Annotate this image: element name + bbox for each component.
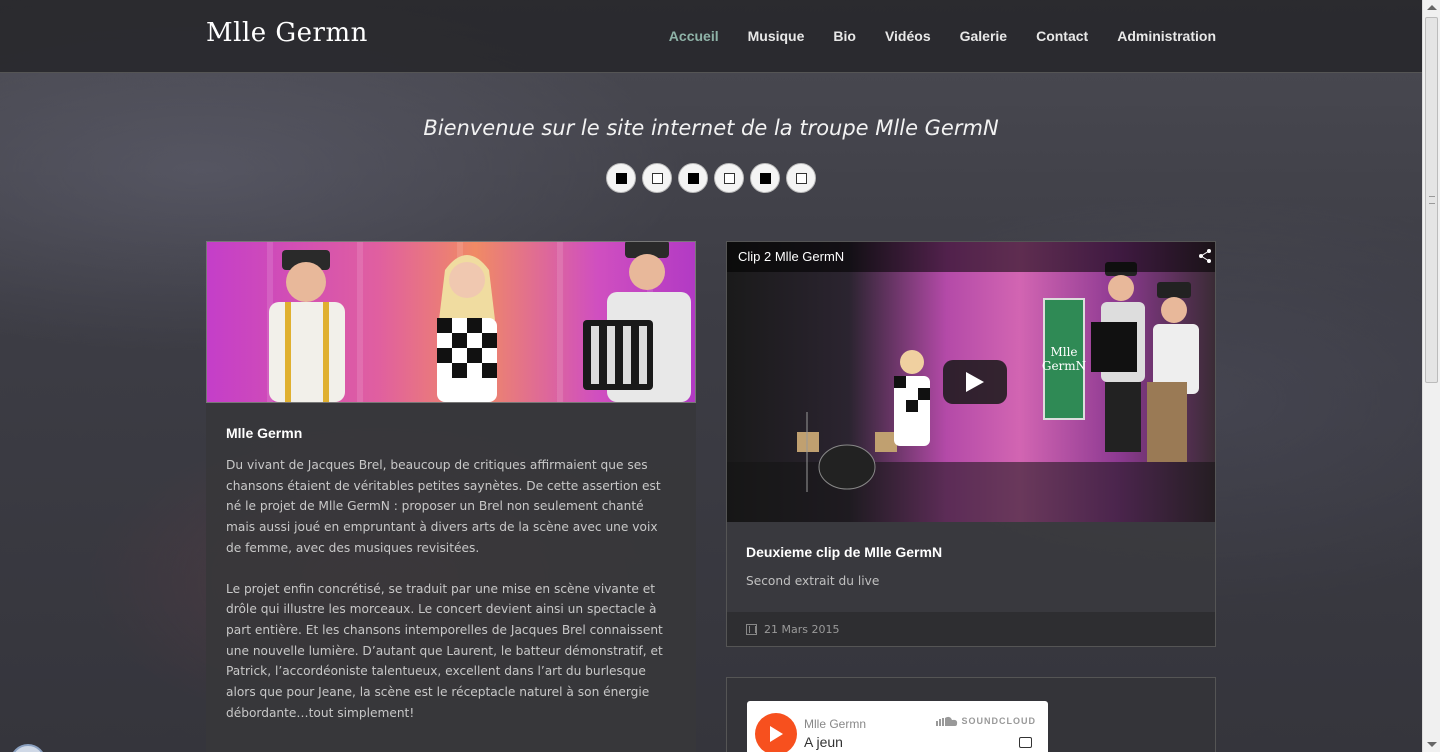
slide-filled-icon: [759, 172, 771, 184]
band-photo: [206, 241, 696, 403]
scroll-down-arrow-icon[interactable]: [1427, 742, 1437, 747]
grip-icon: [1429, 196, 1435, 204]
video-description: Second extrait du live: [746, 574, 880, 588]
nav-videos[interactable]: Vidéos: [885, 28, 931, 44]
scroll-thumb[interactable]: [1425, 17, 1438, 383]
singer-man-figure: [269, 250, 345, 402]
intro-text: Du vivant de Jacques Brel, beaucoup de c…: [226, 455, 676, 723]
slide-empty-icon: [795, 172, 807, 184]
slide-dot-1[interactable]: [606, 163, 636, 193]
page-scrollbar[interactable]: [1422, 0, 1440, 752]
soundcloud-cloud-icon: [935, 716, 957, 726]
soundcloud-track[interactable]: A jeun: [804, 734, 843, 750]
slide-empty-icon: [723, 172, 735, 184]
hero-title: Bienvenue sur le site internet de la tro…: [423, 116, 999, 140]
floating-badge-icon[interactable]: [10, 744, 46, 752]
play-icon: [966, 372, 984, 392]
nav-bio[interactable]: Bio: [833, 28, 856, 44]
nav-accueil[interactable]: Accueil: [669, 28, 719, 44]
intro-paragraph: Du vivant de Jacques Brel, beaucoup de c…: [226, 458, 661, 555]
soundcloud-logo[interactable]: SOUNDCLOUD: [935, 716, 1037, 726]
soundcloud-card: Mlle Germn A jeun SOUNDCLOUD: [726, 677, 1216, 752]
singer-figure: [894, 350, 930, 446]
play-icon: [770, 726, 783, 742]
slide-dot-5[interactable]: [750, 163, 780, 193]
scroll-up-arrow-icon[interactable]: [1427, 5, 1437, 10]
share-icon[interactable]: [1199, 249, 1211, 263]
soundcloud-play-button[interactable]: [755, 713, 797, 752]
video-date: 21 Mars 2015: [764, 622, 840, 636]
soundcloud-brand-text: SOUNDCLOUD: [961, 716, 1036, 726]
nav-musique[interactable]: Musique: [748, 28, 805, 44]
video-card: Mlle GermN Clip 2 Mlle GermN Deuxieme cl…: [726, 241, 1216, 647]
share-icon[interactable]: [1019, 737, 1032, 748]
nav-galerie[interactable]: Galerie: [960, 28, 1007, 44]
soundcloud-artist[interactable]: Mlle Germn: [804, 717, 866, 731]
intro-card: Mlle Germn Du vivant de Jacques Brel, be…: [206, 241, 696, 752]
video-player[interactable]: Mlle GermN Clip 2 Mlle GermN: [727, 242, 1215, 522]
slide-dot-3[interactable]: [678, 163, 708, 193]
percussionist-figure: [1147, 282, 1199, 462]
film-icon: [746, 623, 757, 635]
soundcloud-widget: Mlle Germn A jeun SOUNDCLOUD: [747, 701, 1048, 752]
video-heading[interactable]: Deuxieme clip de Mlle GermN: [746, 544, 1196, 560]
intro-paragraph: Le projet enfin concrétisé, se traduit p…: [226, 581, 663, 720]
slide-empty-icon: [651, 172, 663, 184]
slide-filled-icon: [687, 172, 699, 184]
band-sign: Mlle GermN: [1042, 298, 1086, 420]
play-button[interactable]: [943, 360, 1007, 404]
slide-dot-2[interactable]: [642, 163, 672, 193]
site-logo[interactable]: Mlle Germn: [206, 18, 368, 48]
intro-title: Mlle Germn: [226, 425, 303, 441]
singer-woman-figure: [437, 255, 497, 402]
nav-administration[interactable]: Administration: [1117, 28, 1216, 44]
slide-filled-icon: [615, 172, 627, 184]
slider-pager: [606, 163, 816, 193]
accordionist-figure: [583, 242, 691, 402]
slide-dot-4[interactable]: [714, 163, 744, 193]
main-nav: Accueil Musique Bio Vidéos Galerie Conta…: [669, 28, 1216, 44]
video-meta: 21 Mars 2015: [727, 612, 1215, 646]
top-navbar: Mlle Germn Accueil Musique Bio Vidéos Ga…: [0, 0, 1422, 73]
slide-dot-6[interactable]: [786, 163, 816, 193]
video-title-bar: Clip 2 Mlle GermN: [727, 242, 1215, 272]
nav-contact[interactable]: Contact: [1036, 28, 1088, 44]
